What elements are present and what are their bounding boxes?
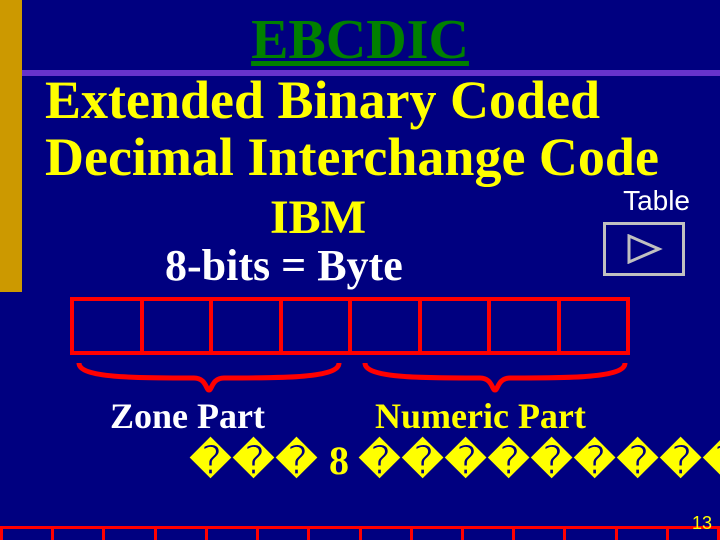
bottom-glyph-row: ��� 8 ��������� bbox=[190, 437, 720, 484]
bit-cell bbox=[74, 301, 144, 351]
edge-cell bbox=[359, 526, 410, 540]
edge-cell bbox=[51, 526, 102, 540]
bottom-glyph-left: ��� bbox=[190, 439, 319, 483]
edge-cell bbox=[615, 526, 666, 540]
slide-title: EBCDIC bbox=[0, 8, 720, 72]
edge-cell bbox=[205, 526, 256, 540]
edge-cell bbox=[512, 526, 563, 540]
edge-cell bbox=[307, 526, 358, 540]
bits-equals-byte: 8-bits = Byte bbox=[165, 240, 403, 291]
zone-part-label: Zone Part bbox=[110, 395, 265, 437]
bottom-edge-boxes bbox=[0, 526, 720, 540]
edge-cell bbox=[154, 526, 205, 540]
bit-cell bbox=[213, 301, 283, 351]
bit-cell bbox=[561, 301, 627, 351]
slide-subtitle: Extended Binary Coded Decimal Interchang… bbox=[45, 72, 705, 185]
numeric-brace bbox=[360, 358, 630, 394]
bottom-eight: 8 bbox=[319, 438, 359, 483]
numeric-part-label: Numeric Part bbox=[375, 395, 586, 437]
edge-cell bbox=[563, 526, 614, 540]
edge-cell bbox=[256, 526, 307, 540]
page-number: 13 bbox=[692, 513, 712, 534]
table-caption: Table bbox=[623, 185, 690, 217]
byte-bit-row bbox=[70, 297, 630, 355]
play-icon bbox=[625, 234, 663, 264]
bit-cell bbox=[283, 301, 353, 351]
edge-cell bbox=[102, 526, 153, 540]
edge-cell bbox=[0, 526, 51, 540]
bottom-glyph-right: ��������� bbox=[359, 439, 720, 483]
zone-brace bbox=[74, 358, 344, 394]
bit-cell bbox=[491, 301, 561, 351]
vendor-label: IBM bbox=[270, 190, 366, 245]
edge-cell bbox=[461, 526, 512, 540]
table-play-button[interactable] bbox=[603, 222, 685, 276]
bit-cell bbox=[144, 301, 214, 351]
edge-cell bbox=[410, 526, 461, 540]
bit-cell bbox=[422, 301, 492, 351]
bit-cell bbox=[352, 301, 422, 351]
